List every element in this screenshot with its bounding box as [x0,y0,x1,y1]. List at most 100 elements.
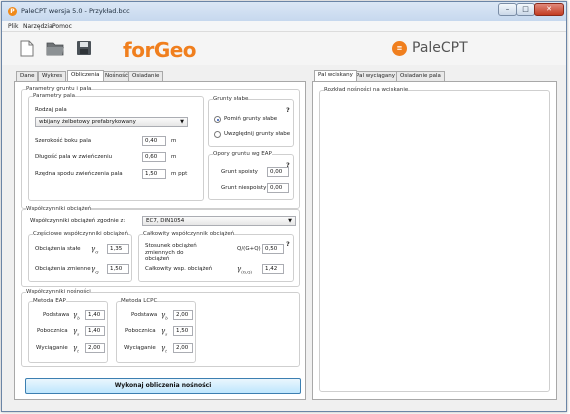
chevron-down-icon: ▼ [288,218,292,224]
compression-capacity-title: Rozkład nośności na wciskanie [324,87,409,93]
gamma-g-input[interactable]: 1,35 [107,244,129,254]
eap-resistance-title: Opory gruntu wg EAP [213,151,272,157]
tab-osiadanie[interactable]: Osiadanie [128,71,164,81]
compression-capacity-group: Rozkład nośności na wciskanie [319,87,550,392]
gamma-g-symbol: γG [91,245,99,255]
minimize-button[interactable]: – [498,3,517,16]
results-panel: Rozkład nośności na wciskanie [312,81,557,400]
close-button[interactable]: ✕ [534,3,564,16]
menu-help[interactable]: Pomoc [52,23,72,30]
total-factor-help-icon[interactable]: ? [286,240,290,248]
gamma-gq-symbol: γ(G,Q) [237,265,252,275]
pile-length-unit: m [171,154,177,160]
consider-weak-soils-label: Uwzględnij grunty słabe [224,131,291,137]
window-title: PaleCPT wersja 5.0 - Przykład.bcc [21,7,130,15]
cohesive-soil-input[interactable]: 0,00 [267,167,289,177]
app-window: P PaleCPT wersja 5.0 - Przykład.bcc – □ … [1,1,567,412]
permanent-load-label: Obciążenia stałe [35,246,81,252]
noncohesive-soil-input[interactable]: 0,00 [267,183,289,193]
chevron-down-icon: ▼ [180,119,184,125]
maximize-button[interactable]: □ [516,3,535,16]
total-factor-input[interactable]: 1,42 [262,264,284,274]
pile-width-label: Szerokość boku pala [35,138,92,144]
total-factor-group: Całkowity współczynnik obciążeń ? Stosun… [138,231,294,282]
new-document-icon[interactable] [20,40,34,57]
menu-tools[interactable]: Narzędzia [23,23,53,30]
eap-base-label: Podstawa [43,312,70,318]
open-folder-icon[interactable] [46,40,65,56]
ratio-label: Stosunek obciążeń zmiennych do obciążeń [145,243,197,262]
pile-type-label: Rodzaj pala [35,107,67,113]
partial-factors-title: Częściowe współczynniki obciążeń [33,231,128,237]
total-factor-label: Całkowity wsp. obciążeń [145,266,213,272]
load-factors-by-label: Współczynniki obciążeń zgodnie z: [30,218,126,224]
app-logo-icon: P [8,7,17,16]
soil-pile-params-title: Parametry gruntu i pala [26,86,92,92]
pile-params-title: Parametry pala [33,93,75,99]
tab-pal-wyciagany[interactable]: Pal wyciągany [352,71,399,81]
ignore-weak-soils-label: Pomiń grunty słabe [224,116,278,122]
eap-method-group: Metoda EAP Podstawa γb 1,40 Pobocznica γ… [28,298,108,363]
eap-method-title: Metoda EAP [33,298,66,304]
lcpc-gamma-t-symbol: γt [161,344,167,354]
capacity-factors-group: Współczynniki nośności Metoda EAP Podsta… [21,289,300,367]
cohesive-soil-label: Grunt spoisty [221,169,258,175]
pile-width-input[interactable]: 0,40 [142,136,166,146]
weak-soils-group: Grunty słabe ? Pomiń grunty słabe Uwzglę… [208,96,294,147]
eap-gamma-s-input[interactable]: 1,40 [85,326,105,336]
lcpc-shaft-label: Pobocznica [125,328,156,334]
ratio-input[interactable]: 0,50 [262,244,284,254]
total-factor-title: Całkowity współczynnik obciążeń [143,231,235,237]
lcpc-gamma-b-input[interactable]: 2,00 [173,310,193,320]
weak-soils-help-icon[interactable]: ? [286,106,290,114]
palecpt-logo-text: PaleCPT [412,40,468,56]
load-standard-select[interactable]: EC7, DIN1054 ▼ [142,216,296,226]
lcpc-method-title: Metoda LCPC [121,298,158,304]
pile-elevation-label: Rzędna spodu zwieńczenia pala [35,171,123,177]
pile-type-select[interactable]: wbijany żelbetowy prefabrykowany ▼ [35,117,188,127]
pile-elevation-input[interactable]: 1,50 [142,169,166,179]
eap-gamma-b-input[interactable]: 1,40 [85,310,105,320]
calculations-panel: Parametry gruntu i pala Parametry pala R… [14,81,306,400]
lcpc-base-label: Podstawa [131,312,158,318]
soil-pile-params-group: Parametry gruntu i pala Parametry pala R… [21,86,300,209]
ignore-weak-soils-radio[interactable] [214,116,221,123]
pile-elevation-unit: m ppt [171,171,188,177]
menu-file[interactable]: Plik [8,23,18,30]
eap-gamma-s-symbol: γs [73,327,80,337]
noncohesive-soil-label: Grunt niespoisty [221,185,267,191]
pile-width-unit: m [171,138,177,144]
lcpc-method-group: Metoda LCPC Podstawa γb 2,00 Pobocznica … [116,298,196,363]
pile-params-group: Parametry pala Rodzaj pala wbijany żelbe… [28,93,204,201]
palecpt-logo-icon: ≡ [392,41,407,56]
eap-shaft-label: Pobocznica [37,328,68,334]
consider-weak-soils-radio[interactable] [214,131,221,138]
tab-pal-wciskany[interactable]: Pal wciskany [314,70,357,81]
eap-gamma-t-symbol: γt [73,344,79,354]
pile-length-label: Długość pala w zwieńczeniu [35,154,113,160]
lcpc-tension-label: Wyciąganie [124,345,156,351]
pile-length-input[interactable]: 0,60 [142,152,166,162]
eap-resistance-group: Opory gruntu wg EAP ? Grunt spoisty 0,00… [208,151,294,200]
lcpc-gamma-s-input[interactable]: 1,50 [173,326,193,336]
run-calculation-button[interactable]: Wykonaj obliczenia nośności [25,378,301,394]
partial-factors-group: Częściowe współczynniki obciążeń Obciąże… [28,231,132,282]
eap-tension-label: Wyciąganie [36,345,68,351]
variable-load-label: Obciążenia zmienne [35,266,91,272]
gamma-q-symbol: γQ [91,265,99,275]
lcpc-gamma-t-input[interactable]: 2,00 [173,343,193,353]
save-icon[interactable] [76,40,92,56]
lcpc-gamma-s-symbol: γs [161,327,168,337]
eap-gamma-t-input[interactable]: 2,00 [85,343,105,353]
weak-soils-title: Grunty słabe [213,96,249,102]
tab-obliczenia[interactable]: Obliczenia [67,70,104,81]
tab-dane[interactable]: Dane [16,71,39,81]
toolbar: forGeo ≡ PaleCPT [2,32,566,65]
menu-bar: Plik Narzędzia Pomoc [2,21,566,32]
tab-osiadanie-pala[interactable]: Osiadanie pala [396,71,445,81]
tab-wykres[interactable]: Wykres [38,71,67,81]
title-bar: P PaleCPT wersja 5.0 - Przykład.bcc – □ … [2,2,566,21]
lcpc-gamma-b-symbol: γb [161,311,168,321]
ratio-symbol: Q/(G+Q) [237,246,261,252]
gamma-q-input[interactable]: 1,50 [107,264,129,274]
